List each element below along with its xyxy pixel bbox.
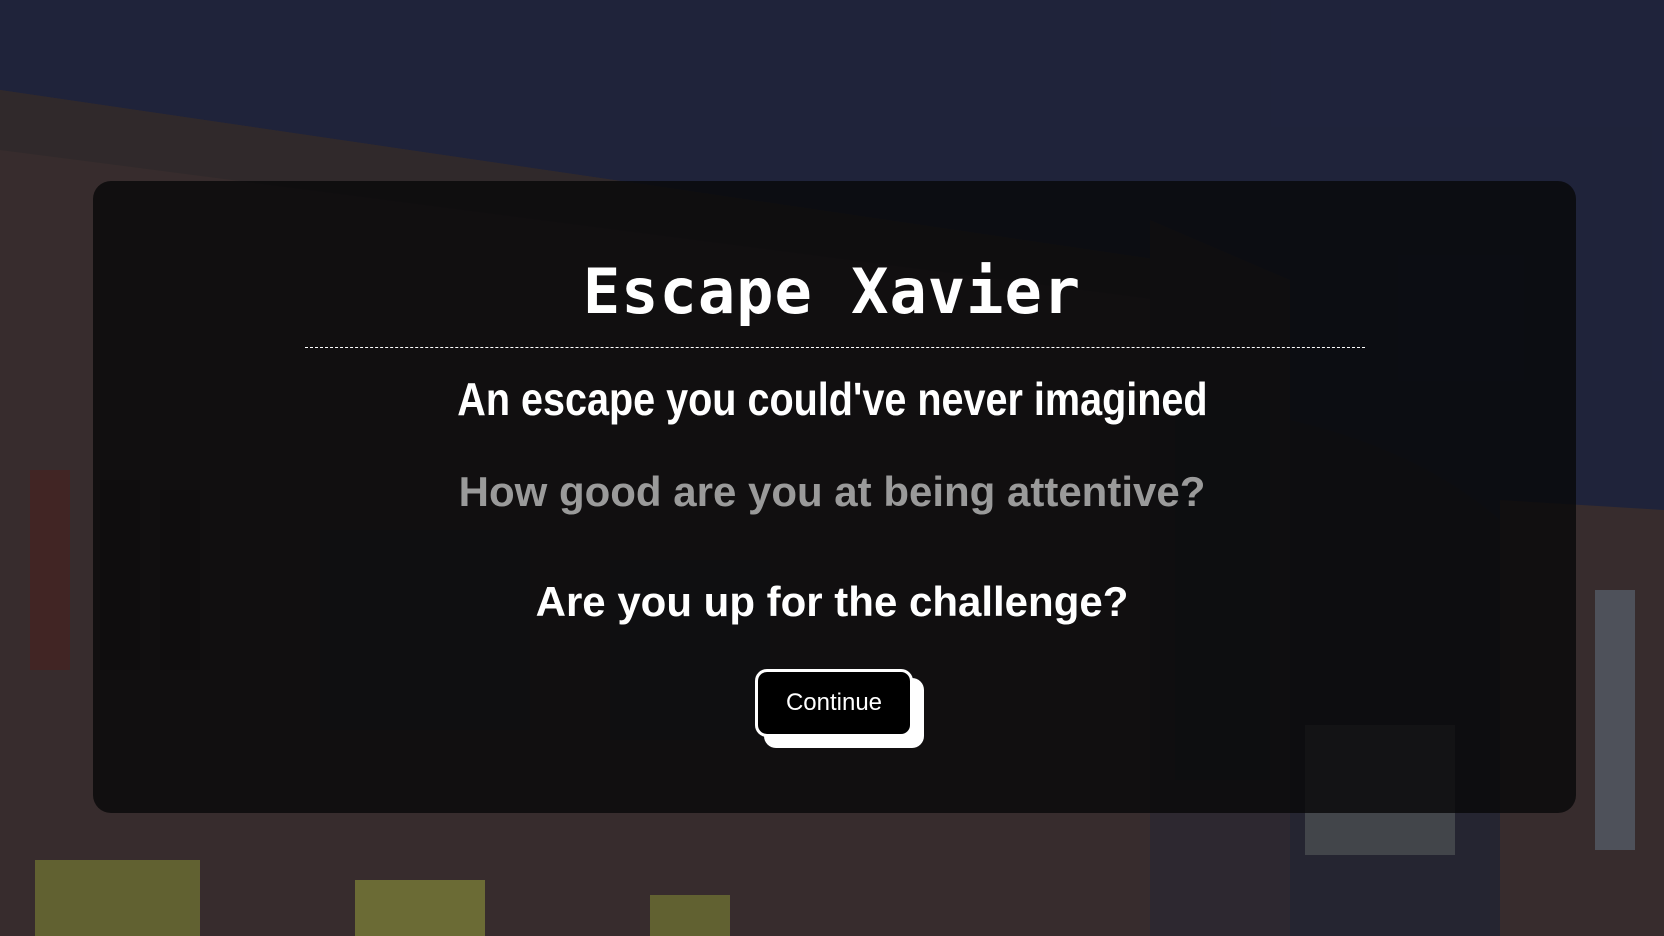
continue-button[interactable]: Continue	[755, 669, 913, 737]
game-title: Escape Xavier	[582, 255, 1082, 328]
game-subtitle: An escape you could've never imagined	[457, 373, 1208, 425]
attentive-question: How good are you at being attentive?	[458, 468, 1206, 515]
title-divider	[305, 347, 1365, 348]
title-screen: Escape Xavier An escape you could've nev…	[0, 0, 1664, 936]
challenge-prompt: Are you up for the challenge?	[535, 578, 1129, 625]
